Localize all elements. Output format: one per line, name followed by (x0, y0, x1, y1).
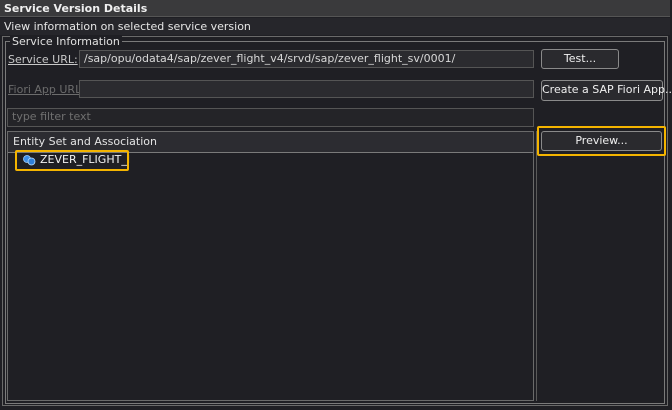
create-fiori-app-button[interactable]: Create a SAP Fiori App... (541, 80, 672, 101)
page-description: View information on selected service ver… (0, 18, 670, 35)
page-description-text: View information on selected service ver… (4, 20, 251, 33)
service-url-field[interactable]: /sap/opu/odata4/sap/zever_flight_v4/srvd… (79, 50, 534, 68)
service-information-legend: Service Information (10, 35, 122, 49)
fiori-app-url-link: Fiori App URL: (8, 83, 85, 96)
filter-input[interactable]: type filter text (7, 108, 534, 127)
tree-item-highlight (15, 150, 129, 171)
actions-panel (536, 131, 666, 401)
service-url-link[interactable]: Service URL: (8, 53, 78, 66)
test-button[interactable]: Test... (541, 49, 619, 69)
page-title: Service Version Details (4, 2, 148, 15)
fiori-app-url-field[interactable] (79, 80, 534, 98)
entity-tree-header-label: Entity Set and Association (13, 135, 157, 148)
entity-tree: Entity Set and Association (7, 131, 534, 401)
preview-button-highlight (537, 126, 666, 156)
editor-title-bar: Service Version Details (0, 0, 670, 17)
